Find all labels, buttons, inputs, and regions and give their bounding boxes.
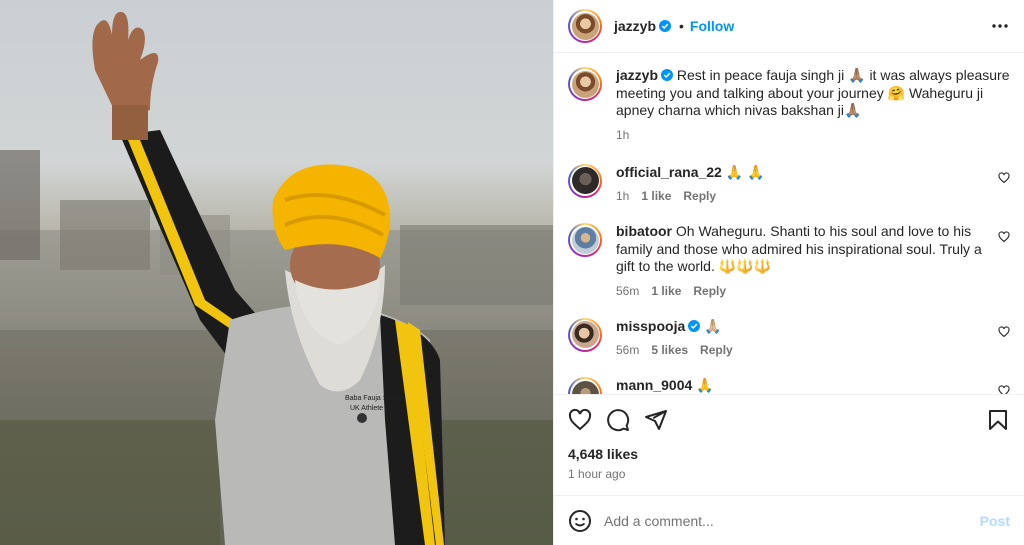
author-username[interactable]: jazzyb <box>614 18 656 34</box>
reply-button[interactable]: Reply <box>683 189 716 203</box>
caption-text: Rest in peace fauja singh ji 🙏🏽 it was a… <box>616 67 1010 118</box>
follow-button[interactable]: Follow <box>690 18 734 34</box>
author-avatar[interactable] <box>568 9 602 43</box>
comment-item: bibatoor Oh Waheguru. Shanti to his soul… <box>568 223 1010 298</box>
comment-text: 🙏🏼 <box>704 317 722 334</box>
comment-text: 🙏 <box>696 377 714 393</box>
comment-time: 56m <box>616 343 640 357</box>
commenter-avatar[interactable] <box>568 163 602 198</box>
add-comment-bar: Post <box>554 495 1024 545</box>
comment-item: official_rana_22 🙏 🙏 1h 1 like Reply <box>568 163 1010 203</box>
like-comment-heart-icon[interactable] <box>998 385 1010 394</box>
more-options-icon[interactable] <box>988 14 1012 38</box>
comment-likes[interactable]: 5 likes <box>651 343 688 357</box>
like-heart-icon[interactable] <box>568 408 592 432</box>
comment-icon[interactable] <box>606 408 630 432</box>
jersey-text-2: UK Athlete <box>350 405 383 412</box>
post-comment-button[interactable]: Post <box>980 513 1010 529</box>
comment-username[interactable]: misspooja <box>616 318 685 334</box>
comment-username[interactable]: official_rana_22 <box>616 164 722 180</box>
verified-icon <box>659 20 672 32</box>
reply-button[interactable]: Reply <box>693 284 726 298</box>
comment-username[interactable]: bibatoor <box>616 223 672 239</box>
like-comment-heart-icon[interactable] <box>998 171 1010 184</box>
verified-icon <box>661 69 674 81</box>
post-actions <box>554 394 1024 444</box>
commenter-avatar[interactable] <box>568 223 602 257</box>
post-timestamp: 1 hour ago <box>568 467 626 481</box>
like-comment-heart-icon[interactable] <box>998 325 1010 338</box>
comment-username[interactable]: mann_9004 <box>616 377 692 393</box>
comment-text: 🙏 🙏 <box>725 163 765 180</box>
reply-button[interactable]: Reply <box>700 343 733 357</box>
jersey-text-1: Baba Fauja Singh <box>345 395 401 402</box>
emoji-icon[interactable] <box>568 509 592 533</box>
save-bookmark-icon[interactable] <box>986 408 1010 432</box>
verified-icon <box>688 319 701 332</box>
comments-list[interactable]: jazzyb Rest in peace fauja singh ji 🙏🏽 i… <box>554 53 1024 394</box>
caption-avatar[interactable] <box>568 67 602 101</box>
caption-username[interactable]: jazzyb <box>616 67 658 83</box>
post-header: jazzyb • Follow <box>554 0 1024 53</box>
post-photo: Baba Fauja Singh UK Athlete <box>0 0 553 545</box>
like-comment-heart-icon[interactable] <box>998 231 1010 243</box>
commenter-avatar[interactable] <box>568 317 602 352</box>
comment-likes[interactable]: 1 like <box>641 189 671 203</box>
comment-time: 1h <box>616 189 630 203</box>
post-side-panel: jazzyb • Follow jazzyb Rest in peace fau… <box>553 0 1024 545</box>
likes-count[interactable]: 4,648 likes <box>554 444 1024 464</box>
comment-item: misspooja 🙏🏼 56m 5 likes Reply <box>568 317 1010 357</box>
share-send-icon[interactable] <box>644 408 668 432</box>
separator-dot: • <box>679 18 684 34</box>
caption: jazzyb Rest in peace fauja singh ji 🙏🏽 i… <box>568 67 1010 142</box>
caption-time: 1h <box>616 127 630 142</box>
comment-time: 56m <box>616 283 640 298</box>
comment-item: mann_9004 🙏 <box>568 377 1010 394</box>
comment-likes[interactable]: 1 like <box>651 284 681 298</box>
photo-illustration: Baba Fauja Singh UK Athlete <box>0 11 553 545</box>
comment-input[interactable] <box>604 512 980 529</box>
commenter-avatar[interactable] <box>568 377 602 394</box>
